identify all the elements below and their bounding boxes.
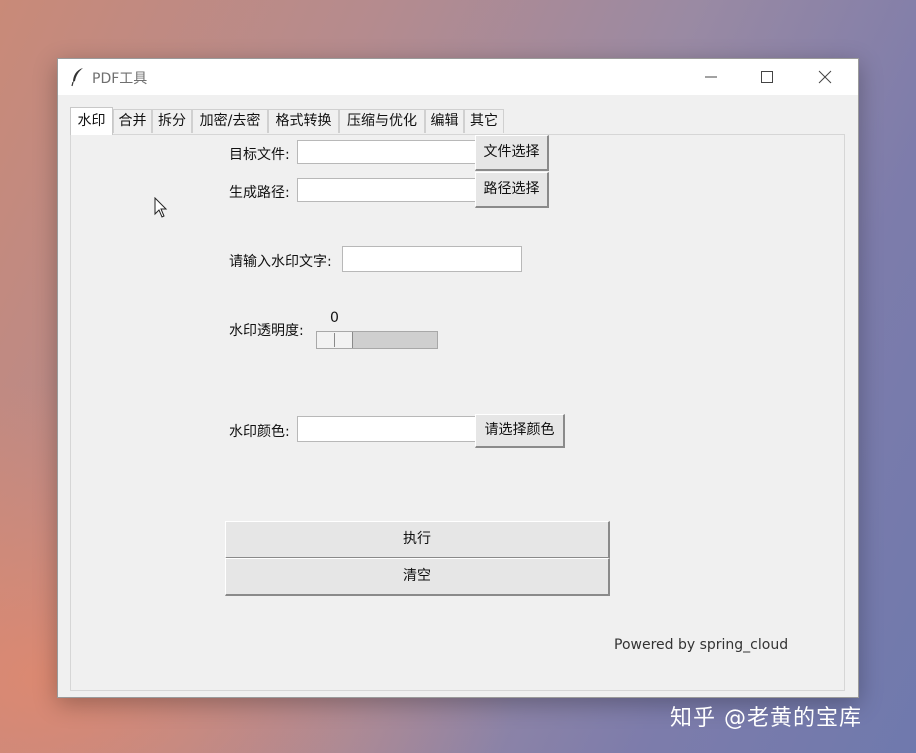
title-bar[interactable]: PDF工具	[58, 59, 858, 95]
tab-edit[interactable]: 编辑	[425, 109, 464, 133]
choose-color-button[interactable]: 请选择颜色	[475, 414, 565, 448]
opacity-label: 水印透明度:	[229, 323, 304, 339]
watermark-text-input[interactable]	[342, 246, 522, 272]
watermark-panel: 目标文件: 文件选择 生成路径: 路径选择 请输入水印文字: 水印透明度: 0 …	[70, 134, 845, 691]
maximize-icon	[761, 71, 773, 83]
output-path-input[interactable]	[297, 178, 477, 202]
maximize-button[interactable]	[744, 59, 790, 95]
feather-icon	[70, 67, 86, 87]
tab-split[interactable]: 拆分	[152, 109, 192, 133]
close-icon	[818, 70, 832, 84]
clear-button[interactable]: 清空	[225, 558, 610, 596]
tab-merge[interactable]: 合并	[113, 109, 152, 133]
opacity-slider-handle[interactable]	[317, 332, 353, 348]
opacity-value: 0	[330, 310, 339, 326]
app-window: PDF工具 水印 合并 拆分 加密/去密 格式转换 压缩与优化 编辑 其它 目标…	[57, 58, 859, 698]
watermark-color-label: 水印颜色:	[229, 424, 290, 440]
target-file-input[interactable]	[297, 140, 477, 164]
tab-other[interactable]: 其它	[464, 109, 504, 133]
mouse-pointer-icon	[154, 197, 168, 218]
execute-button[interactable]: 执行	[225, 521, 610, 559]
minimize-button[interactable]	[688, 59, 734, 95]
file-select-button[interactable]: 文件选择	[475, 135, 549, 171]
tab-encrypt[interactable]: 加密/去密	[192, 109, 268, 133]
tab-watermark[interactable]: 水印	[70, 107, 113, 135]
zhihu-watermark: 知乎 @老黄的宝库	[670, 706, 862, 731]
watermark-color-input[interactable]	[297, 416, 477, 442]
opacity-slider[interactable]	[316, 331, 438, 349]
window-title: PDF工具	[92, 71, 148, 87]
watermark-text-label: 请输入水印文字:	[229, 254, 332, 270]
close-button[interactable]	[802, 59, 848, 95]
powered-by-text: Powered by spring_cloud	[614, 637, 789, 653]
output-path-label: 生成路径:	[229, 185, 290, 201]
minimize-icon	[705, 76, 717, 78]
path-select-button[interactable]: 路径选择	[475, 172, 549, 208]
tab-compress[interactable]: 压缩与优化	[339, 109, 425, 133]
target-file-label: 目标文件:	[229, 147, 290, 163]
tab-convert[interactable]: 格式转换	[268, 109, 339, 133]
